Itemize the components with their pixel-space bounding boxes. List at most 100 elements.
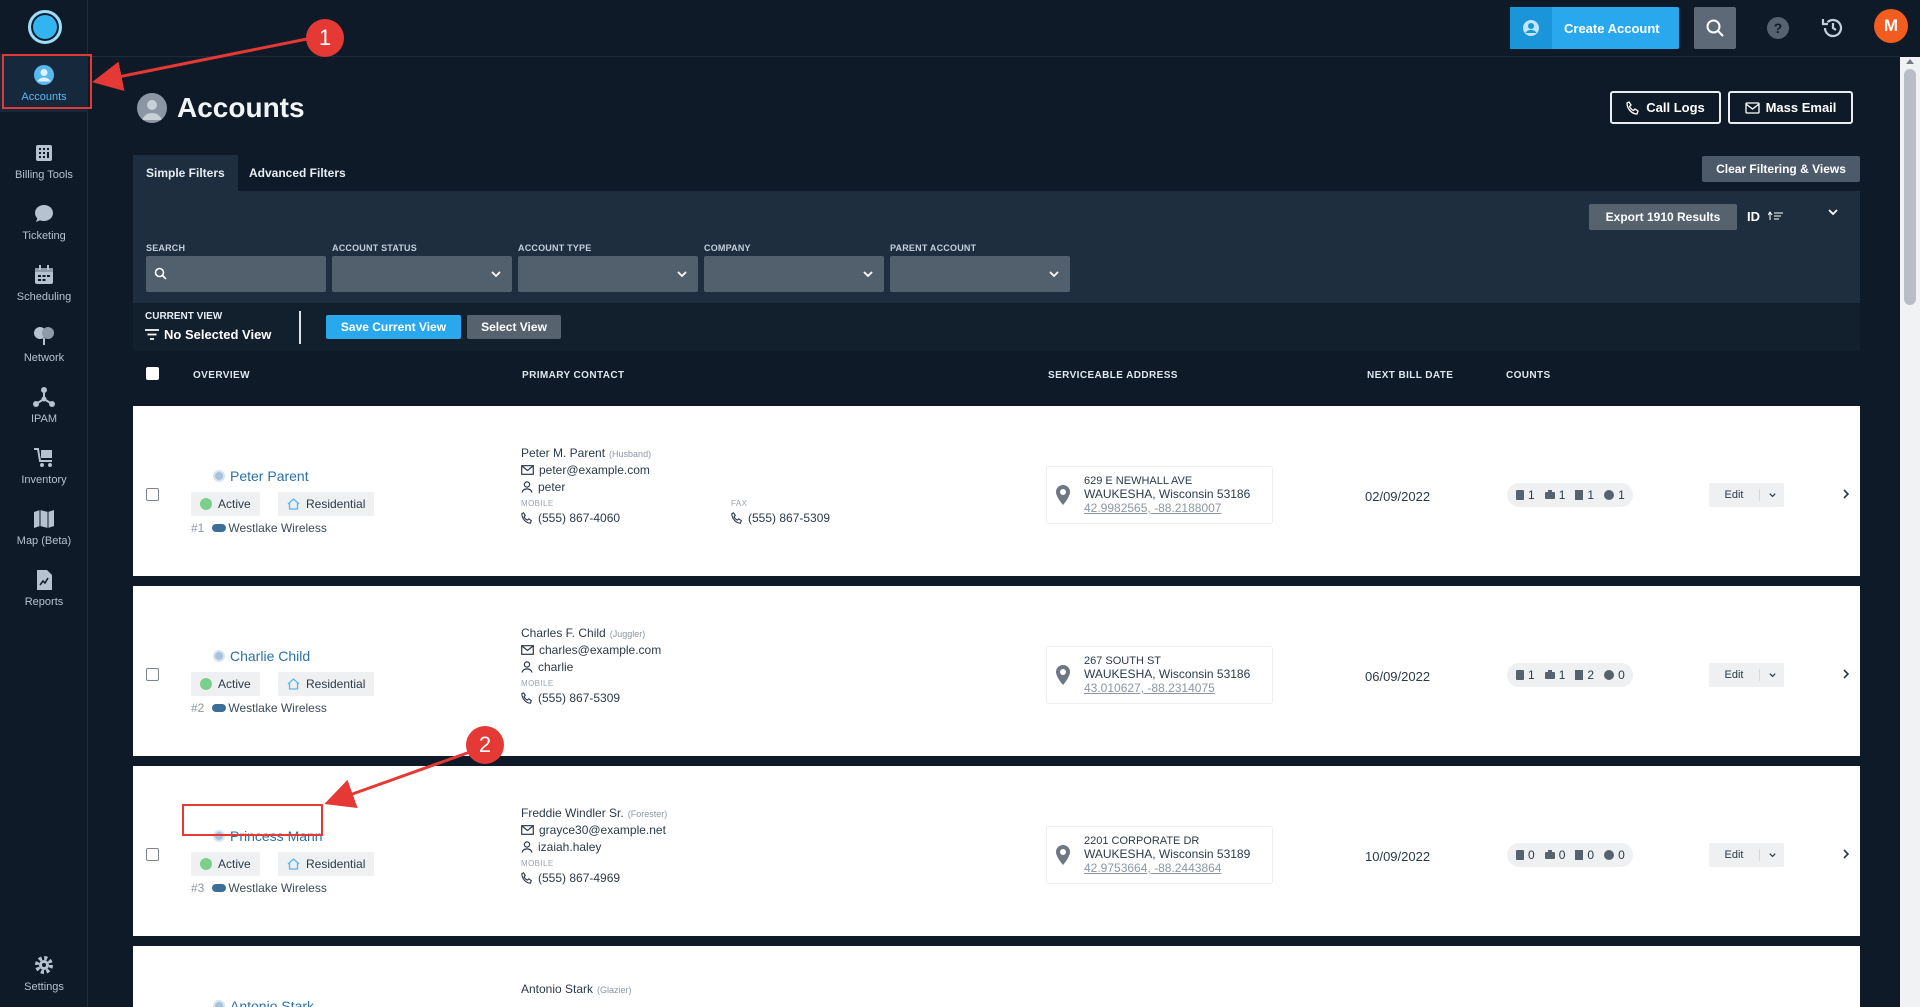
table-row[interactable]: Princess Mann Active Residential #3 West…	[133, 766, 1860, 936]
contact-mobile[interactable]: (555) 867-5309	[538, 691, 620, 705]
select-all-checkbox[interactable]	[146, 367, 159, 380]
filter-panel: Export 1910 Results ID SEARCH ACCOUNT ST…	[133, 191, 1860, 303]
envelope-icon	[521, 825, 534, 835]
current-view-label: CURRENT VIEW	[145, 311, 223, 322]
sidebar-item-ipam[interactable]: IPAM	[0, 376, 88, 434]
map-pin-icon	[1056, 845, 1070, 865]
select-view-button[interactable]: Select View	[467, 315, 561, 339]
export-results-button[interactable]: Export 1910 Results	[1589, 204, 1737, 230]
mass-email-button[interactable]: Mass Email	[1728, 91, 1853, 124]
annotation-marker-2: 2	[466, 726, 504, 764]
sort-field-select[interactable]: ID	[1747, 209, 1784, 224]
chevron-right-icon[interactable]	[1841, 668, 1851, 680]
sidebar-item-inventory[interactable]: Inventory	[0, 437, 88, 495]
chevron-right-icon[interactable]	[1841, 488, 1851, 500]
person-icon	[521, 841, 533, 853]
edit-dropdown-button[interactable]	[1760, 851, 1784, 860]
search-input[interactable]	[146, 256, 326, 292]
parent-account-select[interactable]	[890, 256, 1070, 292]
table-row[interactable]: Charlie Child Active Residential #2 West…	[133, 586, 1860, 756]
envelope-icon	[521, 645, 534, 655]
house-icon	[287, 498, 300, 510]
address-coordinates-link[interactable]: 43.010627, -88.2314075	[1084, 681, 1215, 695]
global-search-button[interactable]	[1694, 7, 1736, 49]
account-name-link[interactable]: Peter Parent	[213, 468, 309, 484]
edit-dropdown-button[interactable]	[1760, 491, 1784, 500]
address-coordinates-link[interactable]: 42.9982565, -88.2188007	[1084, 501, 1221, 515]
edit-button[interactable]: Edit	[1709, 489, 1760, 501]
chevron-right-icon[interactable]	[1841, 848, 1851, 860]
sidebar-item-label: Network	[23, 352, 65, 364]
contact-email[interactable]: peter@example.com	[539, 463, 650, 477]
sidebar-item-label: Map (Beta)	[16, 535, 72, 547]
account-meta: #2 Westlake Wireless	[191, 701, 327, 715]
edit-split-button[interactable]: Edit	[1709, 483, 1784, 507]
scroll-thumb[interactable]	[1904, 69, 1916, 305]
contact-mobile[interactable]: (555) 867-4060	[538, 511, 620, 525]
scroll-up-arrow-icon[interactable]	[1906, 59, 1914, 64]
sidebar-item-map[interactable]: Map (Beta)	[0, 498, 88, 556]
house-icon	[287, 858, 300, 870]
account-status-select[interactable]	[332, 256, 512, 292]
chevron-down-icon	[1049, 271, 1059, 278]
call-logs-button[interactable]: Call Logs	[1610, 91, 1721, 124]
report-doc-icon	[32, 568, 56, 592]
account-type-select[interactable]	[518, 256, 698, 292]
column-header-overview[interactable]: OVERVIEW	[193, 370, 250, 381]
edit-split-button[interactable]: Edit	[1709, 663, 1784, 687]
sidebar-item-settings[interactable]: Settings	[0, 944, 88, 1002]
clear-filtering-button[interactable]: Clear Filtering & Views	[1702, 156, 1860, 182]
contact-role: (Juggler)	[609, 629, 646, 639]
page-scrollbar[interactable]	[1900, 57, 1920, 1007]
contact-fax[interactable]: (555) 867-5309	[748, 511, 830, 525]
row-checkbox[interactable]	[146, 848, 159, 861]
contact-username: charlie	[538, 660, 574, 674]
row-checkbox[interactable]	[146, 488, 159, 501]
contact-name: Freddie Windler Sr.	[521, 806, 624, 820]
sidebar-item-reports[interactable]: Reports	[0, 559, 88, 617]
address-coordinates-link[interactable]: 42.9753664, -88.2443864	[1084, 861, 1221, 875]
table-row[interactable]: Antonio Stark Antonio Stark (Glazier)	[133, 946, 1860, 1007]
column-header-next-bill-date[interactable]: NEXT BILL DATE	[1367, 370, 1453, 381]
help-button[interactable]: ?	[1764, 14, 1792, 42]
counts-badge: 0 0 0 0	[1507, 843, 1633, 867]
edit-button[interactable]: Edit	[1709, 849, 1760, 861]
company-select[interactable]	[704, 256, 884, 292]
create-account-button[interactable]: Create Account	[1510, 7, 1679, 49]
table-row[interactable]: Peter Parent Active Residential #1 Westl…	[133, 406, 1860, 576]
tab-advanced-filters[interactable]: Advanced Filters	[236, 155, 359, 191]
column-header-serviceable-address[interactable]: SERVICEABLE ADDRESS	[1048, 370, 1178, 381]
sidebar-item-ticketing[interactable]: Ticketing	[0, 193, 88, 251]
tab-simple-filters[interactable]: Simple Filters	[133, 155, 238, 191]
edit-button[interactable]: Edit	[1709, 669, 1760, 681]
count-value: 0	[1618, 848, 1625, 862]
user-avatar[interactable]: M	[1874, 9, 1908, 43]
row-checkbox[interactable]	[146, 668, 159, 681]
edit-split-button[interactable]: Edit	[1709, 843, 1784, 867]
count-value: 1	[1618, 488, 1625, 502]
save-current-view-button[interactable]: Save Current View	[326, 315, 461, 339]
sidebar-item-label: Scheduling	[16, 291, 72, 303]
search-label: SEARCH	[146, 243, 186, 253]
contact-email[interactable]: charles@example.com	[539, 643, 661, 657]
column-header-counts[interactable]: COUNTS	[1506, 370, 1551, 381]
chevron-down-icon[interactable]	[1827, 206, 1839, 218]
account-name-link[interactable]: Antonio Stark	[213, 998, 314, 1007]
sidebar-item-scheduling[interactable]: Scheduling	[0, 254, 88, 312]
sidebar-item-network[interactable]: Network	[0, 315, 88, 373]
app-logo[interactable]	[28, 10, 62, 44]
sidebar-item-billing-tools[interactable]: Billing Tools	[0, 132, 88, 190]
account-name-link[interactable]: Charlie Child	[213, 648, 310, 664]
next-bill-date: 10/09/2022	[1365, 849, 1431, 864]
device-icon	[1516, 850, 1524, 860]
sidebar: Accounts Billing Tools Ticketing Schedul…	[0, 0, 88, 1007]
column-header-primary-contact[interactable]: PRIMARY CONTACT	[522, 370, 624, 381]
history-button[interactable]	[1819, 14, 1847, 42]
calculator-icon	[32, 141, 56, 165]
account-meta: #1 Westlake Wireless	[191, 521, 327, 535]
status-text: Active	[218, 677, 251, 691]
contact-mobile[interactable]: (555) 867-4969	[538, 871, 620, 885]
contact-email[interactable]: grayce30@example.net	[539, 823, 666, 837]
account-type-label: ACCOUNT TYPE	[518, 243, 592, 253]
edit-dropdown-button[interactable]	[1760, 671, 1784, 680]
